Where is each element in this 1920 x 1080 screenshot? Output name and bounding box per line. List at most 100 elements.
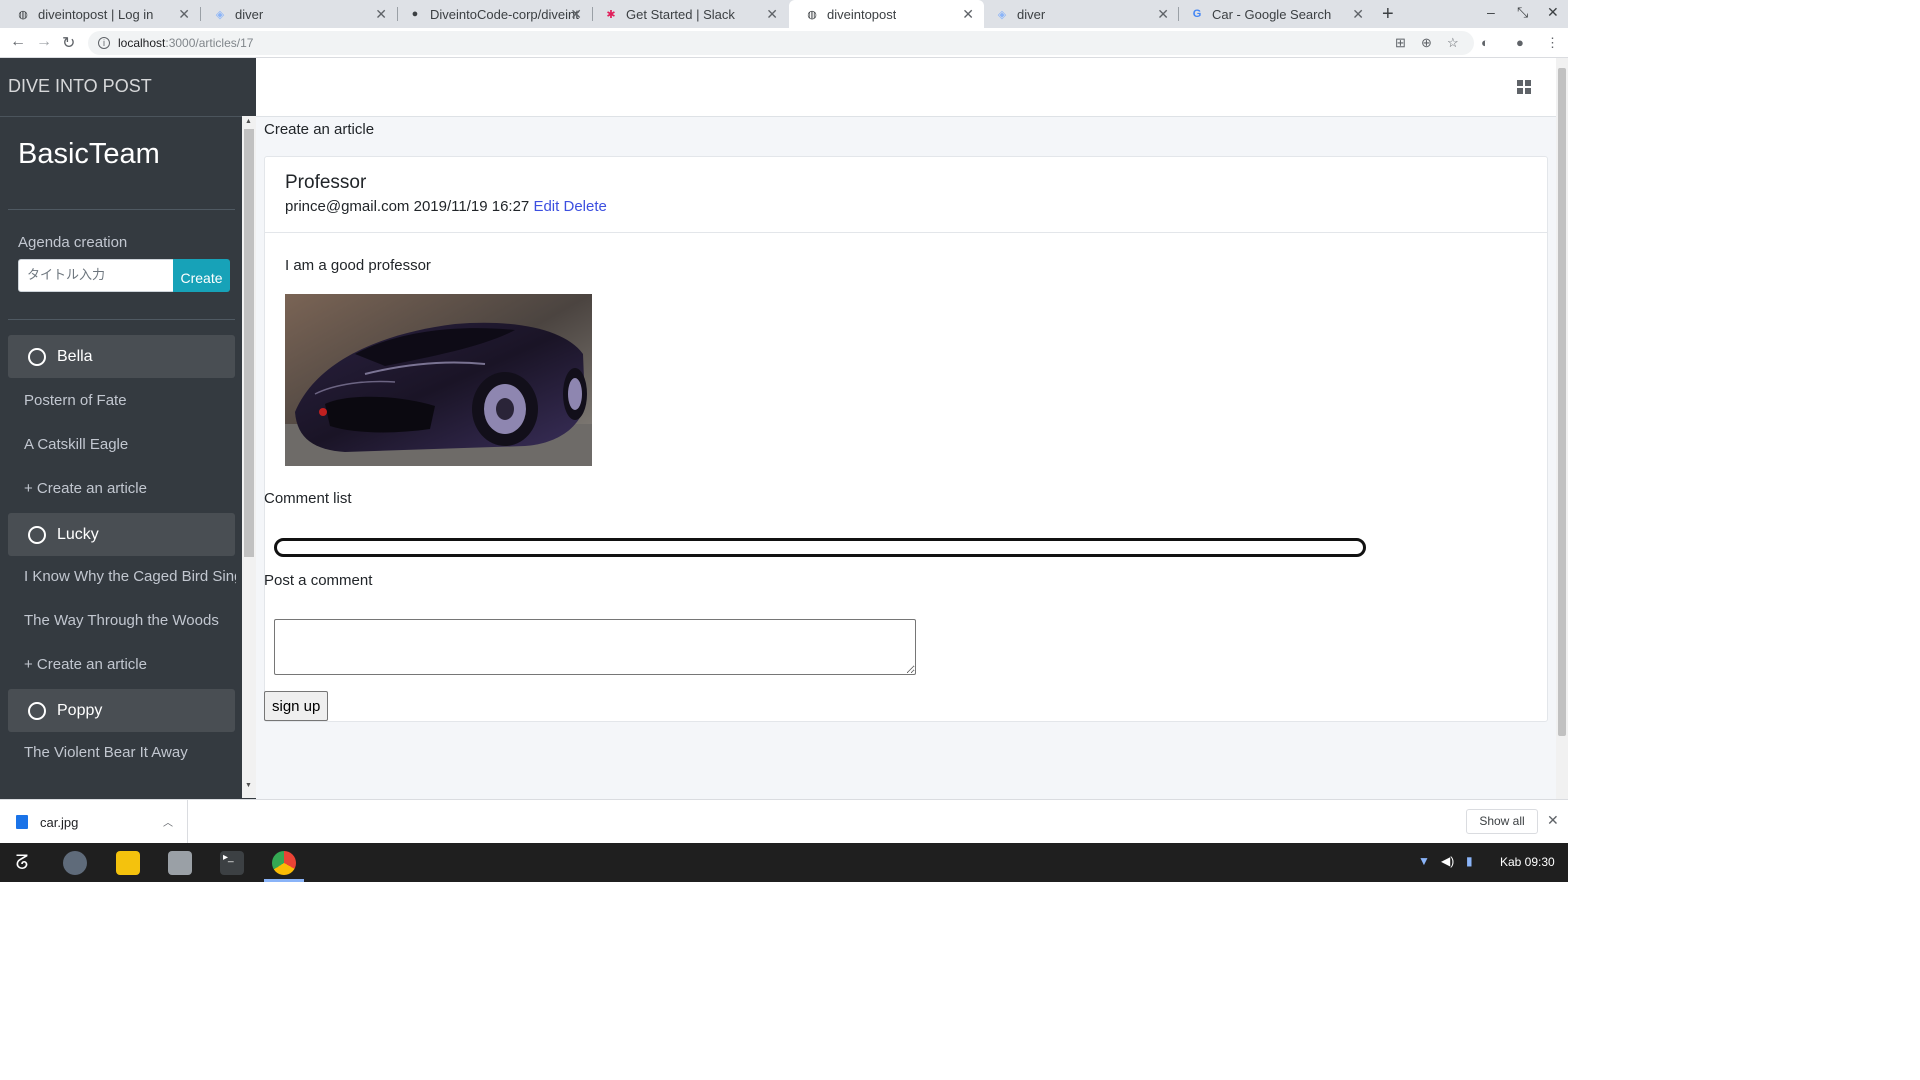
browser-tab[interactable]: ◈ diver ✕ [197, 0, 397, 28]
comment-list-heading: Comment list [264, 490, 352, 507]
tab-title: diveintopost [827, 6, 897, 22]
extension-icon[interactable]: ◐ [1481, 35, 1489, 50]
close-icon[interactable]: ✕ [570, 6, 582, 23]
circle-icon [28, 701, 46, 720]
browser-tab[interactable]: ◈ diver ✕ [979, 0, 1179, 28]
team-name[interactable]: BasicTeam [18, 138, 160, 171]
active-indicator [264, 879, 304, 882]
scroll-down-arrow-icon[interactable]: ▼ [245, 782, 252, 789]
sidebar-scrollbar[interactable]: ▲ ▼ [242, 116, 256, 798]
page-heading: Create an article [264, 121, 375, 138]
profile-icon[interactable]: ● [1516, 35, 1524, 50]
browser-tab[interactable]: ● DiveintoCode-corp/diveint ✕ [392, 0, 592, 28]
close-icon[interactable]: ✕ [178, 6, 190, 23]
address-bar[interactable]: i localhost:3000/articles/17 [88, 31, 1474, 55]
shield-icon: ◈ [997, 8, 1007, 21]
new-tab-plus-icon[interactable]: + [1382, 3, 1394, 26]
create-article-link[interactable]: + Create an article [24, 656, 236, 673]
wifi-icon[interactable]: ▼ [1418, 854, 1430, 868]
back-arrow-icon[interactable]: ← [10, 33, 26, 51]
zoom-icon[interactable]: ⊕ [1421, 35, 1432, 51]
info-icon[interactable]: i [98, 37, 110, 49]
close-icon[interactable]: ✕ [1547, 812, 1559, 829]
tab-title: Car - Google Search [1212, 6, 1332, 22]
brand-link[interactable]: DIVE INTO POST [8, 76, 152, 97]
create-article-link[interactable]: + Create an article [24, 480, 236, 497]
store-icon[interactable] [116, 851, 140, 875]
submit-comment-button[interactable]: sign up [264, 691, 329, 721]
globe-icon: ◍ [807, 8, 817, 21]
agenda-label: Lucky [57, 525, 99, 543]
agenda-title-input[interactable]: タイトル入力 [18, 259, 174, 292]
github-icon: ● [411, 8, 419, 20]
translate-icon[interactable]: ⊞ [1395, 35, 1406, 51]
article-meta: prince@gmail.com 2019/11/19 16:27 Edit D… [285, 198, 607, 215]
scroll-up-arrow-icon[interactable]: ▲ [245, 118, 252, 125]
car-photo [285, 294, 592, 466]
close-window-icon[interactable]: ✕ [1547, 4, 1559, 21]
browser-tab[interactable]: G Car - Google Search ✕ [1174, 0, 1374, 28]
download-item[interactable]: car.jpg ︿ [0, 800, 188, 844]
scrollbar-thumb[interactable] [244, 129, 254, 557]
close-icon[interactable]: ✕ [1157, 6, 1169, 23]
article-link[interactable]: The Way Through the Woods [24, 612, 236, 629]
show-all-button[interactable]: Show all [1466, 809, 1538, 834]
globe-icon: ◍ [18, 8, 28, 21]
article-link[interactable]: I Know Why the Caged Bird Sings [24, 568, 236, 585]
terminal-icon[interactable]: ▸_ [220, 851, 244, 875]
shield-icon: ◈ [215, 8, 225, 21]
agenda-item-lucky[interactable]: Lucky [8, 513, 235, 556]
battery-icon[interactable]: ▮ [1466, 854, 1473, 868]
post-comment-heading: Post a comment [264, 572, 373, 589]
comment-textarea[interactable] [274, 619, 916, 675]
launcher-icon[interactable]: ᘔ [10, 851, 34, 875]
article-link[interactable]: A Catskill Eagle [24, 436, 236, 453]
minimize-icon[interactable]: – [1487, 4, 1495, 20]
article-datetime: 2019/11/19 16:27 [413, 198, 530, 215]
sidebar: DIVE INTO POST BasicTeam Agenda creation… [0, 58, 256, 799]
volume-icon[interactable]: ◀) [1441, 854, 1454, 868]
agenda-creation-label: Agenda creation [18, 234, 128, 251]
circle-icon [28, 525, 46, 544]
article-link[interactable]: The Violent Bear It Away [24, 744, 236, 761]
apps-grid-icon[interactable] [1517, 80, 1531, 94]
edit-link[interactable]: Edit [533, 198, 559, 215]
browser-toolbar: ← → ↻ i localhost:3000/articles/17 ⊞ ⊕ ☆… [0, 28, 1568, 58]
main-content: Create an article Professor prince@gmail… [256, 58, 1556, 799]
clock[interactable]: Kab 09:30 [1500, 855, 1555, 869]
article-link[interactable]: Postern of Fate [24, 392, 236, 409]
download-file-name: car.jpg [40, 814, 79, 830]
chromium-icon[interactable] [63, 851, 87, 875]
close-icon[interactable]: ✕ [962, 6, 974, 23]
browser-tab-active[interactable]: ◍ diveintopost ✕ [789, 0, 984, 28]
agenda-item-bella[interactable]: Bella [8, 335, 235, 378]
chrome-icon[interactable] [272, 851, 296, 875]
article-body: I am a good professor [285, 257, 431, 274]
delete-link[interactable]: Delete [563, 198, 606, 215]
chevron-up-icon[interactable]: ︿ [163, 814, 173, 829]
reload-icon[interactable]: ↻ [62, 33, 75, 53]
scrollbar-thumb[interactable] [1558, 68, 1566, 736]
forward-arrow-icon[interactable]: → [36, 33, 52, 51]
tab-title: diver [235, 6, 264, 22]
close-icon[interactable]: ✕ [375, 6, 387, 23]
download-bar: car.jpg ︿ Show all ✕ [0, 799, 1568, 844]
close-icon[interactable]: ✕ [1352, 6, 1364, 23]
kebab-menu-icon[interactable]: ⋮ [1546, 35, 1559, 51]
browser-tab[interactable]: ✱ Get Started | Slack ✕ [588, 0, 788, 28]
page-scrollbar[interactable] [1556, 58, 1568, 799]
restore-icon[interactable]: ⤡ [1517, 4, 1528, 21]
article-title: Professor [285, 172, 367, 193]
close-icon[interactable]: ✕ [766, 6, 778, 23]
files-icon[interactable] [168, 851, 192, 875]
article-image [285, 294, 592, 466]
divider [8, 209, 235, 210]
os-taskbar: ᘔ ▸_ ▼ ◀) ▮ Kab 09:30 [0, 843, 1568, 882]
google-icon: G [1192, 8, 1202, 20]
tab-title: diveintopost | Log in [38, 6, 154, 22]
browser-tab[interactable]: ◍ diveintopost | Log in ✕ [0, 0, 200, 28]
top-navbar [256, 58, 1556, 117]
create-agenda-button[interactable]: Create [173, 259, 230, 292]
star-icon[interactable]: ☆ [1447, 35, 1459, 51]
agenda-item-poppy[interactable]: Poppy [8, 689, 235, 732]
